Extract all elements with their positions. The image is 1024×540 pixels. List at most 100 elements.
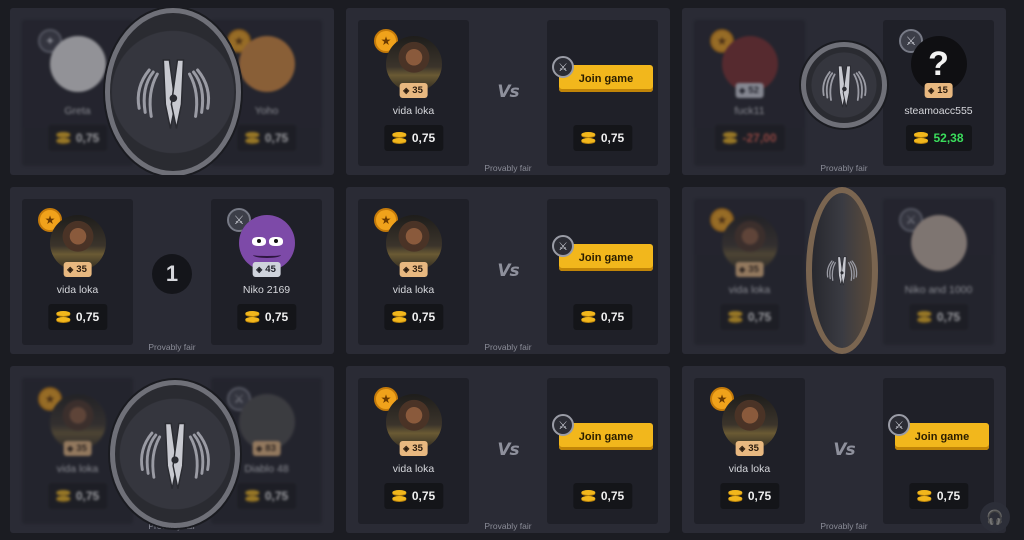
game-card: ★ ◈35 vida loka 0,75 1 ⚔ ◈45 Niko 2169 0…: [10, 187, 334, 354]
eye-icon: ◈: [67, 265, 74, 274]
coins-icon: [55, 132, 70, 144]
bet-amount: 0,75: [236, 483, 297, 509]
coins-icon: [55, 490, 70, 502]
player-right: ⚔ Join game 0,75: [547, 20, 658, 166]
avatar[interactable]: [910, 215, 967, 271]
result-amount: -27,00: [714, 125, 785, 151]
provably-fair-link[interactable]: Provably fair: [820, 521, 867, 531]
vs-label: Vs: [497, 261, 519, 281]
knife-side-icon: ⚔: [888, 414, 910, 436]
player-name: vida loka: [728, 463, 771, 475]
eye-icon: ◈: [256, 444, 263, 453]
eye-icon: ◈: [403, 86, 410, 95]
player-right: ⚔ Niko and 1000 0,75: [883, 199, 994, 345]
coins-icon: [244, 490, 259, 502]
level-badge: ◈ 35: [63, 262, 92, 277]
coins-icon: [580, 490, 595, 502]
player-right: ⚔ Join game 0,75: [883, 378, 994, 524]
player-name: vida loka: [392, 105, 435, 117]
bet-amount: 0,75: [908, 483, 969, 509]
knife-side-icon: ⚔: [552, 414, 574, 436]
knife-side-icon: ⚔: [552, 56, 574, 78]
result-coin: [801, 42, 887, 128]
knife-side-icon: ⚔: [552, 235, 574, 257]
player-left: ★ ◈ 35 vida loka 0,75: [694, 199, 805, 345]
coins-icon: [916, 311, 931, 323]
player-name: fuck11: [734, 105, 765, 117]
coins-icon: [391, 490, 406, 502]
level-badge: ◈ 35: [399, 441, 428, 456]
provably-fair-link[interactable]: Provably fair: [820, 163, 867, 173]
bet-amount: 0,75: [383, 125, 444, 151]
countdown-number: 1: [152, 254, 192, 294]
level-badge: ◈ 45: [252, 262, 281, 277]
knife-emblem-icon: [123, 29, 224, 155]
player-right: ⚔ Join game 0,75: [547, 378, 658, 524]
provably-fair-link[interactable]: Provably fair: [484, 342, 531, 352]
bet-amount: 0,75: [236, 304, 297, 330]
bet-amount: 0,75: [47, 304, 108, 330]
bet-amount: 0,75: [383, 304, 444, 330]
eye-icon: ◈: [403, 444, 410, 453]
player-name: vida loka: [728, 284, 771, 296]
flipping-coin: [105, 8, 241, 175]
coins-icon: [727, 311, 742, 323]
coins-icon: [391, 132, 406, 144]
player-name: vida loka: [56, 284, 99, 296]
player-name: Niko and 1000: [904, 284, 973, 296]
game-card: ★ ◈ 35 vida loka 0,75 ⚔ Niko and 1000 0,7…: [682, 187, 1006, 354]
flipping-coin: [110, 380, 240, 528]
provably-fair-link[interactable]: Provably fair: [484, 521, 531, 531]
eye-icon: ◈: [739, 86, 746, 95]
player-left: ★ ◈ 35 vida loka 0,75: [358, 378, 469, 524]
eye-icon: ◈: [739, 444, 746, 453]
coins-icon: [580, 311, 595, 323]
level-badge: ◈ 35: [735, 441, 764, 456]
coins-icon: [722, 132, 737, 144]
game-card: ★ ◈ 35 vida loka 0,75 ⚔ ◈ 83 Diablo 48 0,7…: [10, 366, 334, 533]
vs-label: Vs: [497, 440, 519, 460]
eye-icon: ◈: [928, 86, 935, 95]
player-name: Niko 2169: [242, 284, 291, 296]
player-right: ⚔ Join game 0,75: [547, 199, 658, 345]
coins-icon: [391, 311, 406, 323]
player-name: vida loka: [392, 463, 435, 475]
support-headset-icon[interactable]: 🎧: [980, 502, 1010, 532]
avatar[interactable]: [238, 36, 295, 92]
game-card: ★ ◈ 35 vida loka 0,75 Vs ⚔ Join game 0,75…: [346, 366, 670, 533]
vs-label: Vs: [833, 440, 855, 460]
player-right: ⚔ ? ◈ 15 steamoacc555 52,38: [883, 20, 994, 166]
coinflip-board: ✦ Greta 0,75 ★ Yoho 0,75 ★ ◈ 35 vida loka…: [0, 0, 1024, 540]
bet-amount: 0,75: [908, 304, 969, 330]
level-badge: ◈ 35: [399, 83, 428, 98]
eye-icon: ◈: [739, 265, 746, 274]
level-badge: ◈ 83: [252, 441, 281, 456]
game-card: ✦ Greta 0,75 ★ Yoho 0,75: [10, 8, 334, 175]
bet-amount: 0,75: [719, 304, 780, 330]
player-left: ★ ◈ 35 vida loka 0,75: [22, 199, 133, 345]
bet-amount: 0,75: [572, 125, 633, 151]
level-badge: ◈ 52: [735, 83, 764, 98]
coins-icon: [55, 311, 70, 323]
avatar[interactable]: [49, 36, 106, 92]
player-name: steamoacc555: [904, 105, 973, 117]
coins-icon: [580, 132, 595, 144]
level-badge: ◈ 15: [924, 83, 953, 98]
coins-icon: [244, 132, 259, 144]
bet-amount: 0,75: [47, 125, 108, 151]
game-card: ★ ◈ 35 vida loka 0,75 Vs ⚔ Join game 0,75…: [346, 8, 670, 175]
flipping-coin: [806, 187, 878, 354]
level-badge: ◈ 35: [63, 441, 92, 456]
player-left: ★ ◈ 35 vida loka 0,75: [358, 20, 469, 166]
bet-amount: 0,75: [383, 483, 444, 509]
coins-icon: [916, 490, 931, 502]
eye-icon: ◈: [67, 444, 74, 453]
player-right: ⚔ ◈45 Niko 2169 0,75: [211, 199, 322, 345]
eye-icon: ◈: [403, 265, 410, 274]
level-badge: ◈ 35: [735, 262, 764, 277]
result-amount: 52,38: [905, 125, 972, 151]
provably-fair-link[interactable]: Provably fair: [484, 163, 531, 173]
eye-icon: ◈: [256, 265, 263, 274]
player-left: ★ ◈ 35 vida loka 0,75: [694, 378, 805, 524]
provably-fair-link[interactable]: Provably fair: [148, 342, 195, 352]
